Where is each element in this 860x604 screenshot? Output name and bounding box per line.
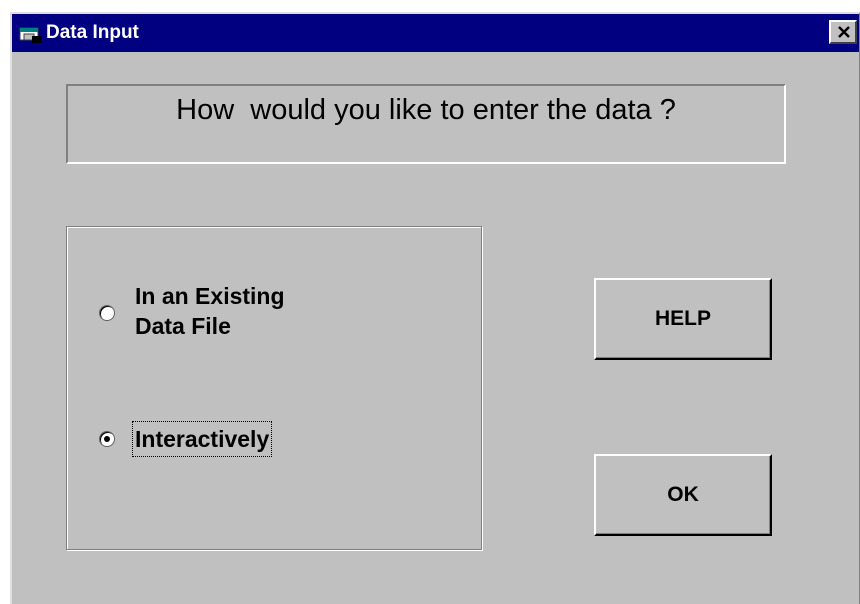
app-window-icon	[18, 24, 44, 44]
question-text: How would you like to enter the data ?	[176, 94, 676, 126]
help-button[interactable]: HELP	[594, 278, 772, 360]
option-existing-file-label-line1[interactable]: In an Existing	[135, 281, 285, 311]
option-existing-file-label-line2[interactable]: Data File	[135, 311, 231, 341]
data-input-dialog: Data Input How would you like to enter t…	[10, 12, 860, 604]
title-bar[interactable]: Data Input	[12, 14, 859, 52]
data-entry-option-group: In an Existing Data File Interactively	[66, 226, 482, 550]
close-icon	[838, 26, 850, 38]
radio-interactively[interactable]	[99, 431, 115, 447]
radio-selected-dot	[104, 436, 110, 442]
close-button[interactable]	[829, 20, 857, 44]
option-interactively-label[interactable]: Interactively	[131, 421, 273, 457]
radio-existing-file[interactable]	[99, 305, 115, 321]
window-title: Data Input	[46, 22, 139, 43]
question-panel: How would you like to enter the data ?	[66, 84, 786, 164]
ok-button[interactable]: OK	[594, 454, 772, 536]
